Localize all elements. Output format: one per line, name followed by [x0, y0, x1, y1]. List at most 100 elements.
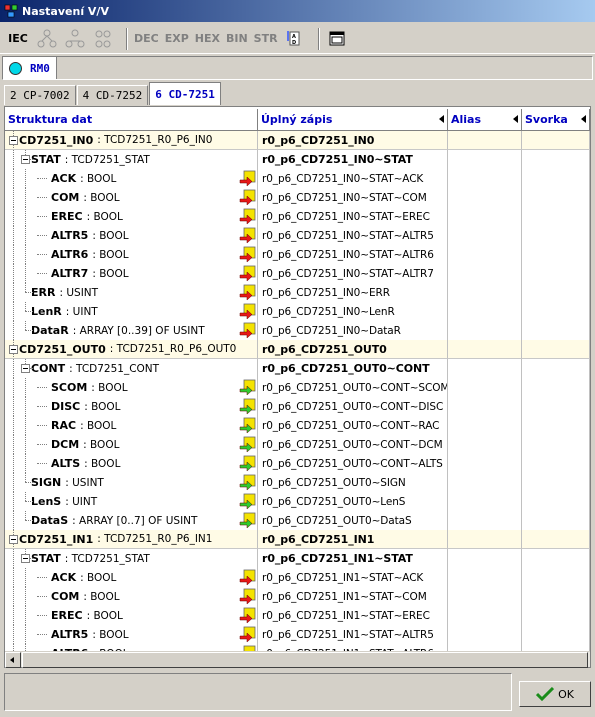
- terminal-cell[interactable]: [522, 169, 590, 188]
- table-row[interactable]: ALTS: BOOL r0_p6_CD7251_OUT0~CONT~ALTS: [5, 454, 590, 473]
- terminal-cell[interactable]: [522, 587, 590, 606]
- alias-cell[interactable]: [448, 454, 522, 473]
- alias-cell[interactable]: [448, 511, 522, 530]
- collapse-toggle-icon[interactable]: [21, 554, 30, 563]
- collapse-toggle-icon[interactable]: [21, 155, 30, 164]
- alias-cell[interactable]: [448, 492, 522, 511]
- alias-cell[interactable]: [448, 169, 522, 188]
- table-row[interactable]: ACK: BOOL r0_p6_CD7251_IN0~STAT~ACK: [5, 169, 590, 188]
- terminal-cell[interactable]: [522, 416, 590, 435]
- title-bar[interactable]: Nastavení V/V: [0, 0, 595, 22]
- alias-cell[interactable]: [448, 207, 522, 226]
- terminal-cell[interactable]: [522, 397, 590, 416]
- terminal-cell[interactable]: [522, 511, 590, 530]
- terminal-cell[interactable]: [522, 473, 590, 492]
- table-row[interactable]: ALTR5: BOOL r0_p6_CD7251_IN1~STAT~ALTR5: [5, 625, 590, 644]
- alias-cell[interactable]: [448, 359, 522, 378]
- table-row[interactable]: EREC: BOOL r0_p6_CD7251_IN1~STAT~EREC: [5, 606, 590, 625]
- alias-cell[interactable]: [448, 397, 522, 416]
- horizontal-scrollbar[interactable]: [5, 651, 590, 668]
- table-row[interactable]: ACK: BOOL r0_p6_CD7251_IN1~STAT~ACK: [5, 568, 590, 587]
- alias-cell[interactable]: [448, 549, 522, 568]
- table-row[interactable]: LenR: UINT r0_p6_CD7251_IN0~LenR: [5, 302, 590, 321]
- alias-cell[interactable]: [448, 435, 522, 454]
- window-icon[interactable]: [326, 27, 348, 51]
- table-row[interactable]: CONT: TCD7251_CONT r0_p6_CD7251_OUT0~CONT: [5, 359, 590, 378]
- group-row[interactable]: CD7251_IN0: TCD7251_R0_P6_IN0 r0_p6_CD725…: [5, 131, 590, 150]
- column-header-terminal[interactable]: Svorka: [522, 109, 590, 131]
- alias-cell[interactable]: [448, 150, 522, 169]
- alias-cell[interactable]: [448, 378, 522, 397]
- alias-cell[interactable]: [448, 473, 522, 492]
- tree-expand-icon[interactable]: [36, 27, 58, 51]
- bin-button[interactable]: BIN: [226, 27, 248, 51]
- column-header-alias[interactable]: Alias: [448, 109, 522, 131]
- tab-cd7252[interactable]: 4 CD-7252: [76, 85, 149, 105]
- terminal-cell[interactable]: [522, 131, 590, 150]
- group-row[interactable]: CD7251_IN1: TCD7251_R0_P6_IN1 r0_p6_CD725…: [5, 530, 590, 549]
- alias-cell[interactable]: [448, 416, 522, 435]
- terminal-cell[interactable]: [522, 568, 590, 587]
- exp-button[interactable]: EXP: [165, 27, 189, 51]
- terminal-cell[interactable]: [522, 378, 590, 397]
- table-row[interactable]: COM: BOOL r0_p6_CD7251_IN1~STAT~COM: [5, 587, 590, 606]
- table-row[interactable]: DataR: ARRAY [0..39] OF USINT r0_p6_CD725…: [5, 321, 590, 340]
- terminal-cell[interactable]: [522, 359, 590, 378]
- collapse-toggle-icon[interactable]: [9, 136, 18, 145]
- alias-cell[interactable]: [448, 264, 522, 283]
- hex-button[interactable]: HEX: [195, 27, 220, 51]
- terminal-cell[interactable]: [522, 150, 590, 169]
- tab-cd7251[interactable]: 6 CD-7251: [149, 82, 221, 105]
- terminal-cell[interactable]: [522, 549, 590, 568]
- terminal-cell[interactable]: [522, 625, 590, 644]
- rack-tab-rm0[interactable]: RM0: [3, 57, 57, 79]
- collapse-toggle-icon[interactable]: [9, 535, 18, 544]
- scrollbar-thumb[interactable]: [22, 652, 588, 668]
- alias-cell[interactable]: [448, 568, 522, 587]
- tree-level-icon[interactable]: [92, 27, 114, 51]
- ok-button[interactable]: OK: [519, 681, 591, 707]
- sort-icon[interactable]: AD: [284, 27, 306, 51]
- terminal-cell[interactable]: [522, 606, 590, 625]
- terminal-cell[interactable]: [522, 492, 590, 511]
- table-row[interactable]: EREC: BOOL r0_p6_CD7251_IN0~STAT~EREC: [5, 207, 590, 226]
- collapse-toggle-icon[interactable]: [21, 364, 30, 373]
- table-row[interactable]: SIGN: USINT r0_p6_CD7251_OUT0~SIGN: [5, 473, 590, 492]
- terminal-cell[interactable]: [522, 264, 590, 283]
- terminal-cell[interactable]: [522, 226, 590, 245]
- column-header-full[interactable]: Úplný zápis: [258, 109, 448, 131]
- table-row[interactable]: ALTR6: BOOLr0_p6_CD7251_IN1~STAT~ALTR6: [5, 644, 590, 651]
- alias-cell[interactable]: [448, 625, 522, 644]
- table-row[interactable]: STAT: TCD7251_STAT r0_p6_CD7251_IN0~STAT: [5, 150, 590, 169]
- terminal-cell[interactable]: [522, 340, 590, 359]
- terminal-cell[interactable]: [522, 207, 590, 226]
- table-row[interactable]: DISC: BOOL r0_p6_CD7251_OUT0~CONT~DISC: [5, 397, 590, 416]
- alias-cell[interactable]: [448, 321, 522, 340]
- terminal-cell[interactable]: [522, 644, 590, 651]
- alias-cell[interactable]: [448, 606, 522, 625]
- table-row[interactable]: ERR: USINT r0_p6_CD7251_IN0~ERR: [5, 283, 590, 302]
- terminal-cell[interactable]: [522, 321, 590, 340]
- table-row[interactable]: STAT: TCD7251_STAT r0_p6_CD7251_IN1~STAT: [5, 549, 590, 568]
- dec-button[interactable]: DEC: [134, 27, 159, 51]
- terminal-cell[interactable]: [522, 283, 590, 302]
- tab-cp7002[interactable]: 2 CP-7002: [4, 85, 76, 105]
- alias-cell[interactable]: [448, 188, 522, 207]
- str-button[interactable]: STR: [254, 27, 278, 51]
- alias-cell[interactable]: [448, 530, 522, 549]
- terminal-cell[interactable]: [522, 245, 590, 264]
- terminal-cell[interactable]: [522, 302, 590, 321]
- table-row[interactable]: ALTR7: BOOL r0_p6_CD7251_IN0~STAT~ALTR7: [5, 264, 590, 283]
- alias-cell[interactable]: [448, 587, 522, 606]
- alias-cell[interactable]: [448, 245, 522, 264]
- alias-cell[interactable]: [448, 644, 522, 651]
- terminal-cell[interactable]: [522, 530, 590, 549]
- table-row[interactable]: SCOM: BOOL r0_p6_CD7251_OUT0~CONT~SCOM: [5, 378, 590, 397]
- alias-cell[interactable]: [448, 283, 522, 302]
- table-row[interactable]: DCM: BOOL r0_p6_CD7251_OUT0~CONT~DCM: [5, 435, 590, 454]
- iec-button[interactable]: IEC: [6, 27, 30, 51]
- scroll-left-button[interactable]: [5, 652, 21, 668]
- table-row[interactable]: LenS: UINT r0_p6_CD7251_OUT0~LenS: [5, 492, 590, 511]
- terminal-cell[interactable]: [522, 188, 590, 207]
- terminal-cell[interactable]: [522, 435, 590, 454]
